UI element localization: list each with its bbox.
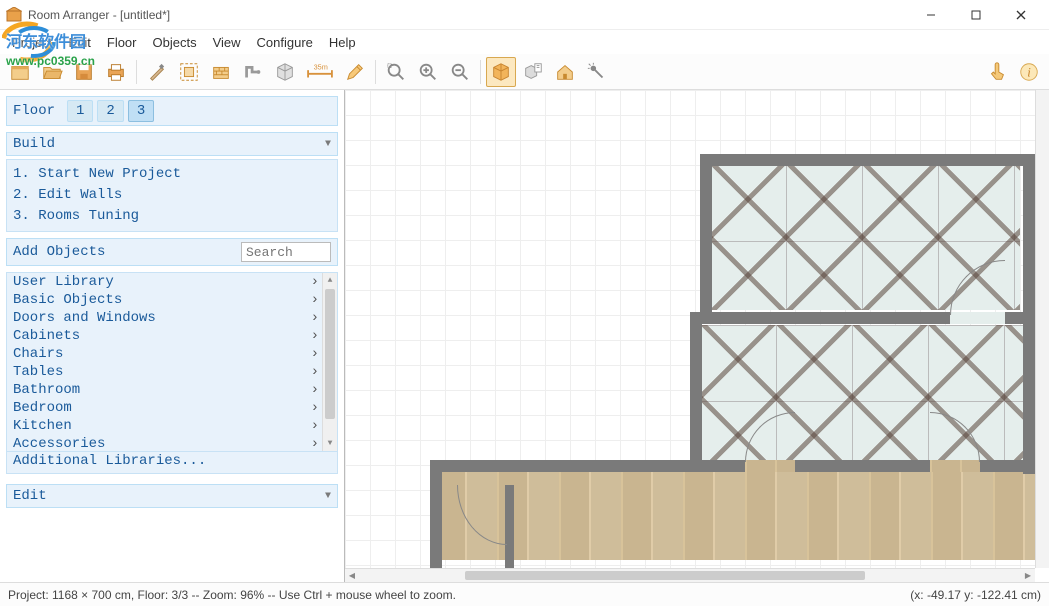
category-doors-windows[interactable]: Doors and Windows› — [7, 309, 337, 327]
menu-configure[interactable]: Configure — [249, 32, 321, 53]
minimize-button[interactable] — [908, 1, 953, 29]
chevron-right-icon: › — [311, 346, 319, 362]
sidebar: Floor 1 2 3 Build ▼ 1. Start New Project… — [0, 90, 345, 582]
floor-tab-2[interactable]: 2 — [97, 100, 123, 122]
paintbrush-button[interactable] — [142, 57, 172, 87]
floor-panel-header: Floor 1 2 3 — [6, 96, 338, 126]
app-icon — [6, 7, 22, 23]
measure-button[interactable]: 35m — [302, 57, 338, 87]
zoom-in-button[interactable] — [413, 57, 443, 87]
scroll-left-icon[interactable]: ◀ — [345, 569, 359, 582]
menu-edit[interactable]: Edit — [60, 32, 98, 53]
chevron-right-icon: › — [311, 274, 319, 290]
category-basic-objects[interactable]: Basic Objects› — [7, 291, 337, 309]
open-project-button[interactable] — [37, 57, 67, 87]
scroll-thumb[interactable] — [465, 571, 865, 580]
floor-tab-3[interactable]: 3 — [128, 100, 154, 122]
window-title: Room Arranger - [untitled*] — [28, 8, 908, 22]
build-step-1[interactable]: 1. Start New Project — [13, 164, 331, 185]
canvas-horizontal-scrollbar[interactable]: ◀ ▶ — [345, 568, 1035, 582]
collapse-triangle-icon: ▼ — [325, 491, 331, 502]
category-bathroom[interactable]: Bathroom› — [7, 381, 337, 399]
additional-libraries[interactable]: Additional Libraries... — [7, 452, 337, 470]
pointer-touch-button[interactable] — [982, 57, 1012, 87]
edit-label: Edit — [13, 488, 47, 504]
wall — [690, 312, 702, 472]
statusbar: Project: 1168 × 700 cm, Floor: 3/3 -- Zo… — [0, 582, 1049, 606]
3d-misc-button[interactable] — [518, 57, 548, 87]
category-bedroom[interactable]: Bedroom› — [7, 399, 337, 417]
effects-button[interactable] — [582, 57, 612, 87]
chevron-right-icon: › — [311, 292, 319, 308]
wall-editor-button[interactable] — [174, 57, 204, 87]
chevron-right-icon: › — [311, 310, 319, 326]
category-chairs[interactable]: Chairs› — [7, 345, 337, 363]
category-cabinets[interactable]: Cabinets› — [7, 327, 337, 345]
print-button[interactable] — [101, 57, 131, 87]
wood-floor-region — [435, 460, 1035, 560]
wall — [430, 460, 442, 568]
edit-panel-header[interactable]: Edit ▼ — [6, 484, 338, 508]
menu-help[interactable]: Help — [321, 32, 364, 53]
build-steps-list: 1. Start New Project 2. Edit Walls 3. Ro… — [6, 159, 338, 232]
view-3d-button[interactable] — [486, 57, 516, 87]
zoom-out-button[interactable] — [445, 57, 475, 87]
menu-project[interactable]: Project — [4, 32, 60, 53]
category-tables[interactable]: Tables› — [7, 363, 337, 381]
wall-operations-button[interactable] — [238, 57, 268, 87]
menubar: Project Edit Floor Objects View Configur… — [0, 30, 1049, 54]
titlebar: Room Arranger - [untitled*] — [0, 0, 1049, 30]
add-objects-label: Add Objects — [13, 244, 105, 260]
svg-text:35m: 35m — [314, 62, 328, 71]
zoom-fit-button[interactable] — [381, 57, 411, 87]
category-user-library[interactable]: User Library› — [7, 273, 337, 291]
chevron-right-icon: › — [311, 418, 319, 434]
maximize-button[interactable] — [953, 1, 998, 29]
close-button[interactable] — [998, 1, 1043, 29]
chevron-right-icon: › — [311, 328, 319, 344]
new-project-button[interactable] — [5, 57, 35, 87]
floorplan-canvas[interactable]: ◀ ▶ — [345, 90, 1049, 582]
floor-label: Floor — [13, 103, 55, 119]
pencil-edit-button[interactable] — [340, 57, 370, 87]
search-input[interactable] — [241, 242, 331, 262]
build-step-2[interactable]: 2. Edit Walls — [13, 185, 331, 206]
wall — [700, 154, 1035, 166]
build-step-3[interactable]: 3. Rooms Tuning — [13, 206, 331, 227]
floor-tab-1[interactable]: 1 — [67, 100, 93, 122]
build-label: Build — [13, 136, 55, 152]
collapse-triangle-icon: ▼ — [325, 139, 331, 150]
menu-objects[interactable]: Objects — [145, 32, 205, 53]
svg-text:i: i — [1027, 65, 1031, 79]
chevron-right-icon: › — [311, 400, 319, 416]
chevron-right-icon: › — [311, 382, 319, 398]
cube-3d-button[interactable] — [270, 57, 300, 87]
menu-view[interactable]: View — [205, 32, 249, 53]
save-project-button[interactable] — [69, 57, 99, 87]
build-panel-header[interactable]: Build ▼ — [6, 132, 338, 156]
home-3d-button[interactable] — [550, 57, 580, 87]
chevron-right-icon: › — [311, 364, 319, 380]
add-objects-panel-header[interactable]: Add Objects — [6, 238, 338, 266]
category-kitchen[interactable]: Kitchen› — [7, 417, 337, 435]
wall — [700, 154, 712, 319]
category-accessories[interactable]: Accessories› — [7, 435, 337, 453]
cursor-coordinates: (x: -49.17 y: -122.41 cm) — [910, 588, 1041, 602]
category-scrollbar[interactable]: ▲▼ — [322, 273, 337, 451]
chevron-right-icon: › — [311, 436, 319, 452]
toolbar: 35m i — [0, 54, 1049, 90]
scroll-right-icon[interactable]: ▶ — [1021, 569, 1035, 582]
canvas-vertical-scrollbar[interactable] — [1035, 90, 1049, 568]
status-text: Project: 1168 × 700 cm, Floor: 3/3 -- Zo… — [8, 588, 456, 602]
pattern-wall-button[interactable] — [206, 57, 236, 87]
menu-floor[interactable]: Floor — [99, 32, 145, 53]
info-button[interactable]: i — [1014, 57, 1044, 87]
object-category-list: User Library› Basic Objects› Doors and W… — [6, 272, 338, 452]
